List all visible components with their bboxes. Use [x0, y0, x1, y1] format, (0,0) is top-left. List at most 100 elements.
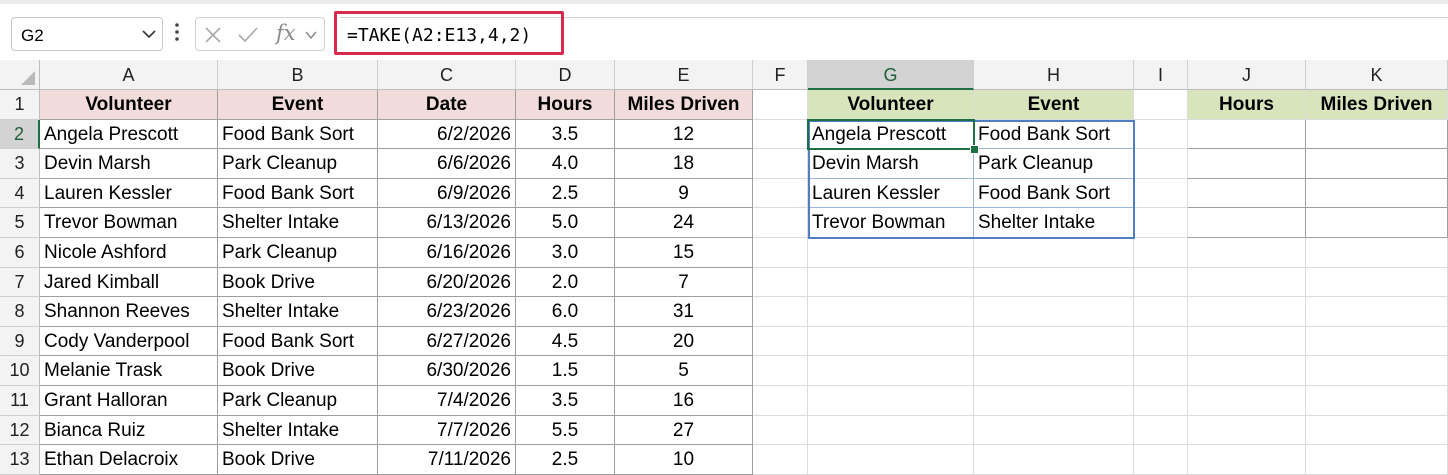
empty-cell[interactable] — [1306, 149, 1448, 179]
cell-h9[interactable] — [974, 327, 1134, 356]
cell-f10[interactable] — [753, 356, 808, 386]
cell-j9[interactable] — [1188, 327, 1306, 356]
row-header-1[interactable]: 1 — [0, 90, 40, 120]
spill-cell[interactable]: Shelter Intake — [974, 208, 1134, 238]
cell-h7[interactable] — [974, 268, 1134, 297]
cell-h6[interactable] — [974, 238, 1134, 268]
cell-f12[interactable] — [753, 416, 808, 445]
source-cell[interactable]: 6/6/2026 — [378, 149, 516, 179]
cell-i8[interactable] — [1134, 297, 1188, 327]
source-cell[interactable]: 6/23/2026 — [378, 297, 516, 327]
spill-cell[interactable]: Food Bank Sort — [974, 120, 1134, 149]
result-header-event[interactable]: Event — [974, 90, 1134, 120]
source-cell[interactable]: 6/2/2026 — [378, 120, 516, 149]
cell-j13[interactable] — [1188, 445, 1306, 475]
insert-function-icon[interactable]: fx — [276, 21, 296, 45]
cell-j12[interactable] — [1188, 416, 1306, 445]
cell-i12[interactable] — [1134, 416, 1188, 445]
check-icon[interactable] — [238, 26, 258, 44]
row-header-12[interactable]: 12 — [0, 416, 40, 445]
cell-k6[interactable] — [1306, 238, 1448, 268]
spill-cell[interactable]: Trevor Bowman — [808, 208, 974, 238]
cell-f5[interactable] — [753, 208, 808, 238]
source-cell[interactable]: 3.5 — [516, 120, 615, 149]
source-cell[interactable]: 24 — [615, 208, 753, 238]
cell-i7[interactable] — [1134, 268, 1188, 297]
cell-i6[interactable] — [1134, 238, 1188, 268]
column-header-a[interactable]: A — [40, 60, 218, 90]
chevron-down-icon[interactable] — [141, 26, 157, 42]
source-cell[interactable]: 2.0 — [516, 268, 615, 297]
cell-i2[interactable] — [1134, 120, 1188, 149]
source-cell[interactable]: 6/9/2026 — [378, 179, 516, 208]
column-header-c[interactable]: C — [378, 60, 516, 90]
cell-h10[interactable] — [974, 356, 1134, 386]
row-header-2[interactable]: 2 — [0, 120, 40, 149]
cell-k12[interactable] — [1306, 416, 1448, 445]
cell-g11[interactable] — [808, 386, 974, 416]
cell-i13[interactable] — [1134, 445, 1188, 475]
source-cell[interactable]: 2.5 — [516, 179, 615, 208]
cell-g10[interactable] — [808, 356, 974, 386]
cell-f2[interactable] — [753, 120, 808, 149]
spill-cell[interactable]: Food Bank Sort — [974, 179, 1134, 208]
fill-handle[interactable] — [970, 145, 979, 154]
cell-k7[interactable] — [1306, 268, 1448, 297]
cell-h13[interactable] — [974, 445, 1134, 475]
empty-cell[interactable] — [1306, 120, 1448, 149]
cell-k13[interactable] — [1306, 445, 1448, 475]
source-cell[interactable]: Grant Halloran — [40, 386, 218, 416]
row-header-7[interactable]: 7 — [0, 268, 40, 297]
source-cell[interactable]: 5.0 — [516, 208, 615, 238]
column-header-e[interactable]: E — [615, 60, 753, 90]
source-cell[interactable]: Shelter Intake — [218, 297, 378, 327]
source-cell[interactable]: 7/4/2026 — [378, 386, 516, 416]
row-header-11[interactable]: 11 — [0, 386, 40, 416]
empty-cell[interactable] — [1306, 179, 1448, 208]
cell-k8[interactable] — [1306, 297, 1448, 327]
cell-g7[interactable] — [808, 268, 974, 297]
source-cell[interactable]: Food Bank Sort — [218, 327, 378, 356]
formula-input[interactable]: =TAKE(A2:E13,4,2) — [340, 17, 1448, 51]
empty-cell[interactable] — [1188, 120, 1306, 149]
cell-j8[interactable] — [1188, 297, 1306, 327]
source-cell[interactable]: 4.0 — [516, 149, 615, 179]
source-cell[interactable]: 9 — [615, 179, 753, 208]
source-cell[interactable]: 6/27/2026 — [378, 327, 516, 356]
cell-i5[interactable] — [1134, 208, 1188, 238]
cell-i10[interactable] — [1134, 356, 1188, 386]
source-cell[interactable]: Park Cleanup — [218, 386, 378, 416]
empty-cell[interactable] — [1306, 208, 1448, 238]
cell-k10[interactable] — [1306, 356, 1448, 386]
cell-f7[interactable] — [753, 268, 808, 297]
cell-g13[interactable] — [808, 445, 974, 475]
source-cell[interactable]: Food Bank Sort — [218, 179, 378, 208]
source-cell[interactable]: 10 — [615, 445, 753, 475]
source-cell[interactable]: Cody Vanderpool — [40, 327, 218, 356]
cell-g9[interactable] — [808, 327, 974, 356]
cell-k9[interactable] — [1306, 327, 1448, 356]
row-header-6[interactable]: 6 — [0, 238, 40, 268]
source-cell[interactable]: Shannon Reeves — [40, 297, 218, 327]
source-cell[interactable]: 7 — [615, 268, 753, 297]
source-cell[interactable]: Park Cleanup — [218, 238, 378, 268]
cell-g8[interactable] — [808, 297, 974, 327]
row-header-13[interactable]: 13 — [0, 445, 40, 475]
cell-i9[interactable] — [1134, 327, 1188, 356]
source-cell[interactable]: 1.5 — [516, 356, 615, 386]
cell-h8[interactable] — [974, 297, 1134, 327]
source-header-volunteer[interactable]: Volunteer — [40, 90, 218, 120]
cell-f3[interactable] — [753, 149, 808, 179]
source-cell[interactable]: 12 — [615, 120, 753, 149]
row-header-9[interactable]: 9 — [0, 327, 40, 356]
cell-j11[interactable] — [1188, 386, 1306, 416]
column-header-b[interactable]: B — [218, 60, 378, 90]
cell-f4[interactable] — [753, 179, 808, 208]
select-all-button[interactable] — [0, 60, 40, 90]
chevron-down-icon[interactable] — [304, 28, 318, 42]
row-header-5[interactable]: 5 — [0, 208, 40, 238]
source-header-hours[interactable]: Hours — [516, 90, 615, 120]
second-header-hours[interactable]: Hours — [1188, 90, 1306, 120]
source-cell[interactable]: Food Bank Sort — [218, 120, 378, 149]
source-cell[interactable]: Nicole Ashford — [40, 238, 218, 268]
